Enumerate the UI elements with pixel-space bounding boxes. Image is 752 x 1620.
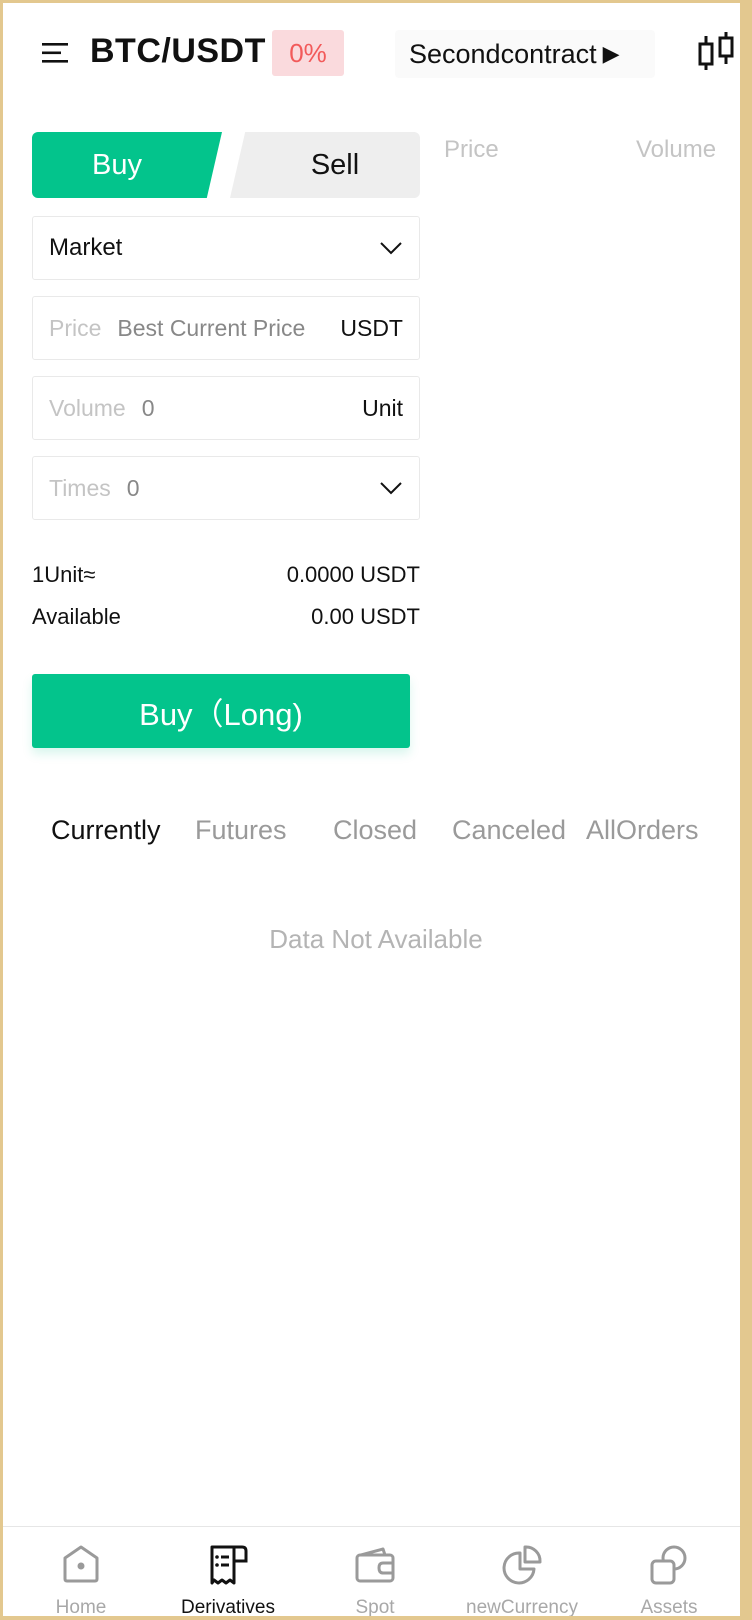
available-label: Available bbox=[32, 604, 121, 629]
nav-item-newcurrency[interactable]: newCurrency bbox=[452, 1527, 592, 1620]
nav-item-derivatives[interactable]: Derivatives bbox=[158, 1527, 298, 1620]
price-value: Best Current Price bbox=[117, 314, 306, 341]
frame-border-bottom bbox=[0, 1616, 752, 1620]
wallet-icon bbox=[355, 1547, 395, 1583]
sell-tab[interactable]: Sell bbox=[230, 132, 420, 198]
frame-border-left bbox=[0, 0, 3, 1620]
top-bar: BTC/USDT 0% Secondcontract ▶ bbox=[0, 0, 740, 105]
bottom-navigation: Home Derivatives Spot newCurrency Assets bbox=[3, 1526, 740, 1620]
times-label: Times bbox=[49, 474, 111, 501]
menu-icon[interactable] bbox=[40, 40, 70, 66]
tab-canceled[interactable]: Canceled bbox=[452, 815, 566, 846]
tab-allorders[interactable]: AllOrders bbox=[586, 815, 699, 846]
pie-icon bbox=[502, 1545, 542, 1585]
chevron-down-icon bbox=[380, 482, 402, 495]
tab-currently[interactable]: Currently bbox=[51, 815, 161, 846]
candlestick-chart-icon[interactable] bbox=[694, 30, 740, 74]
orderbook-price-header: Price bbox=[444, 136, 499, 163]
chevron-down-icon bbox=[380, 242, 402, 255]
home-icon bbox=[63, 1545, 99, 1583]
volume-input[interactable]: 0 bbox=[142, 395, 362, 422]
price-unit: USDT bbox=[340, 314, 403, 341]
available-row: Available 0.00 USDT bbox=[32, 604, 420, 630]
side-selector: Buy Sell bbox=[32, 132, 420, 198]
volume-unit: Unit bbox=[362, 394, 403, 421]
orderbook-volume-header: Volume bbox=[636, 136, 717, 163]
order-type-select[interactable]: Market bbox=[32, 216, 420, 280]
frame-border-right bbox=[740, 0, 752, 1620]
nav-item-assets[interactable]: Assets bbox=[599, 1527, 739, 1620]
times-select[interactable]: Times 0 bbox=[32, 456, 420, 520]
available-value: 0.00 USDT bbox=[311, 604, 420, 629]
tab-futures[interactable]: Futures bbox=[195, 815, 287, 846]
empty-state-text: Data Not Available bbox=[269, 924, 483, 954]
change-badge: 0% bbox=[272, 30, 344, 76]
order-tabs: Currently Futures Closed Canceled AllOrd… bbox=[0, 815, 740, 859]
nav-item-spot[interactable]: Spot bbox=[305, 1527, 445, 1620]
buy-long-button[interactable]: Buy（Long) bbox=[32, 674, 410, 748]
volume-field[interactable]: Volume 0 Unit bbox=[32, 376, 420, 440]
price-label: Price bbox=[49, 314, 102, 341]
contract-mode-label: Secondcontract bbox=[409, 38, 597, 69]
pair-title[interactable]: BTC/USDT bbox=[90, 32, 266, 71]
unit-rate-label: 1Unit≈ bbox=[32, 562, 96, 587]
unit-rate-value: 0.0000 USDT bbox=[286, 562, 420, 587]
derivatives-icon bbox=[210, 1545, 248, 1585]
assets-icon bbox=[650, 1545, 687, 1585]
buy-tab[interactable]: Buy bbox=[32, 132, 222, 198]
volume-label: Volume bbox=[49, 394, 126, 421]
tab-closed[interactable]: Closed bbox=[333, 815, 417, 846]
times-value: 0 bbox=[126, 474, 140, 501]
nav-item-home[interactable]: Home bbox=[11, 1527, 151, 1620]
contract-mode-selector[interactable]: Secondcontract ▶ bbox=[395, 30, 655, 78]
order-type-value: Market bbox=[49, 234, 123, 261]
play-arrow-icon: ▶ bbox=[602, 41, 620, 66]
unit-rate-row: 1Unit≈ 0.0000 USDT bbox=[32, 562, 420, 588]
price-field[interactable]: Price Best Current Price USDT bbox=[32, 296, 420, 360]
